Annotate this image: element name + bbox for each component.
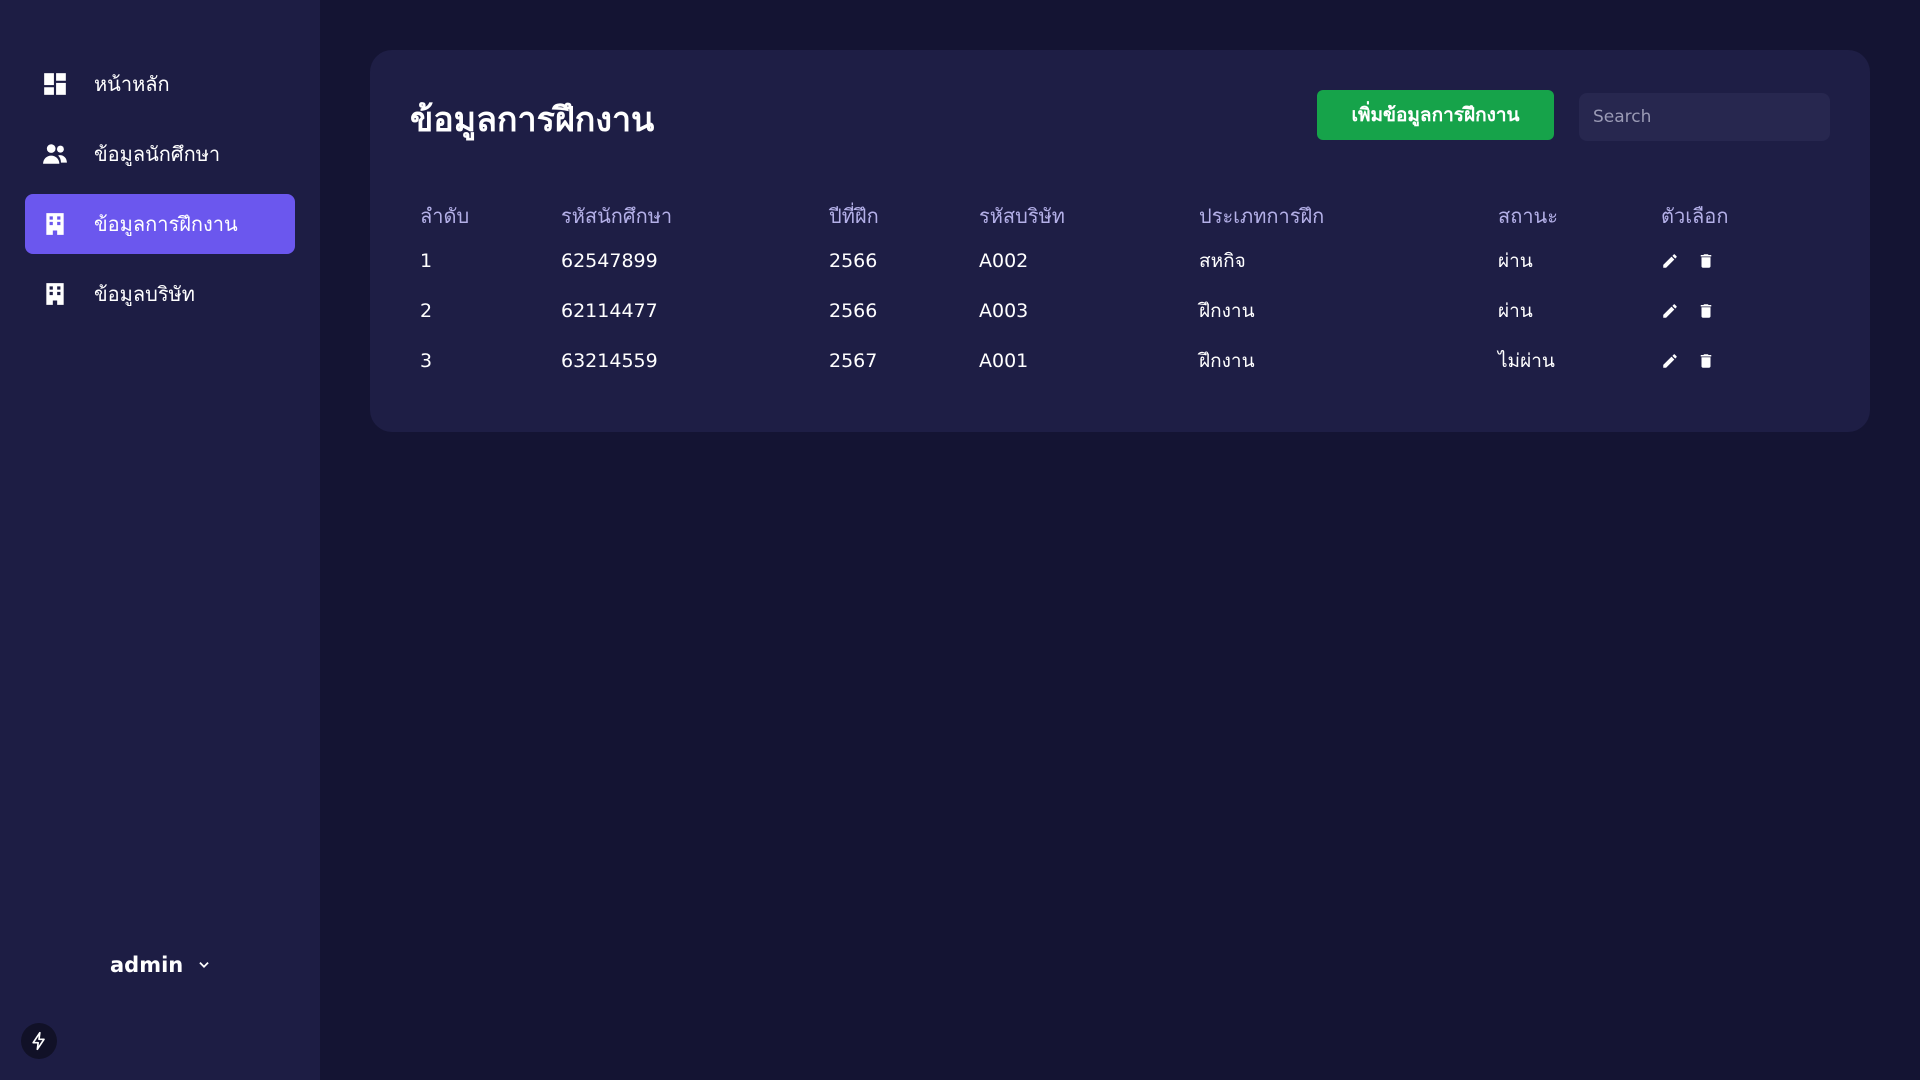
table-row: 3 63214559 2567 A001 ฝึกงาน ไม่ผ่าน [410,336,1781,386]
sidebar-nav: หน้าหลัก ข้อมูลนักศึกษา ข้อมูลการฝึกงาน … [25,54,295,334]
cell-type: สหกิจ [1199,250,1246,272]
edit-icon[interactable] [1661,252,1679,270]
building-icon [42,281,68,307]
cell-no: 2 [420,300,433,322]
sidebar-item-internships[interactable]: ข้อมูลการฝึกงาน [25,194,295,254]
bolt-icon [32,1031,45,1051]
cell-status: ผ่าน [1498,250,1533,272]
sidebar-item-label: ข้อมูลบริษัท [94,282,195,306]
sidebar-item-home[interactable]: หน้าหลัก [25,54,295,114]
bolt-button[interactable] [21,1023,57,1059]
user-menu[interactable]: admin [110,953,211,977]
table-header-row: ลำดับ รหัสนักศึกษา ปีที่ฝึก รหัสบริษัท ป… [410,196,1781,236]
cell-year: 2567 [829,350,878,372]
column-header: รหัสนักศึกษา [561,204,673,228]
cell-company-id: A002 [979,250,1029,272]
sidebar-item-label: ข้อมูลนักศึกษา [94,142,221,166]
column-header: รหัสบริษัท [979,204,1065,228]
cell-actions [1651,336,1781,386]
delete-icon[interactable] [1697,352,1715,370]
column-header: ปีที่ฝึก [829,204,879,228]
column-header: ตัวเลือก [1661,204,1729,228]
cell-student-id: 63214559 [561,350,658,372]
sidebar-item-companies[interactable]: ข้อมูลบริษัท [25,264,295,324]
edit-icon[interactable] [1661,352,1679,370]
search-box [1579,93,1830,141]
cell-student-id: 62547899 [561,250,658,272]
edit-icon[interactable] [1661,302,1679,320]
cell-year: 2566 [829,250,878,272]
building-icon [42,211,68,237]
search-input[interactable] [1579,106,1814,128]
sidebar-item-label: ข้อมูลการฝึกงาน [94,212,238,236]
cell-student-id: 62114477 [561,300,658,322]
cell-company-id: A001 [979,350,1029,372]
cell-status: ผ่าน [1498,300,1533,322]
cell-year: 2566 [829,300,878,322]
table-row: 1 62547899 2566 A002 สหกิจ ผ่าน [410,236,1781,286]
cell-no: 1 [420,250,433,272]
cell-type: ฝึกงาน [1199,350,1255,372]
delete-icon[interactable] [1697,302,1715,320]
chevron-down-icon [199,962,209,968]
users-icon [42,141,68,167]
sidebar-item-students[interactable]: ข้อมูลนักศึกษา [25,124,295,184]
column-header: ลำดับ [420,204,470,228]
delete-icon[interactable] [1697,252,1715,270]
cell-actions [1651,286,1781,336]
sidebar-item-label: หน้าหลัก [94,72,170,96]
username: admin [110,953,184,977]
dashboard-icon [42,71,68,97]
sidebar: หน้าหลัก ข้อมูลนักศึกษา ข้อมูลการฝึกงาน … [0,0,320,1080]
cell-no: 3 [420,350,433,372]
column-header: ประเภทการฝึก [1199,204,1325,228]
table-row: 2 62114477 2566 A003 ฝึกงาน ผ่าน [410,286,1781,336]
page-title: ข้อมูลการฝึกงาน [410,100,655,140]
column-header: สถานะ [1498,204,1558,228]
internship-table: ลำดับ รหัสนักศึกษา ปีที่ฝึก รหัสบริษัท ป… [410,196,1781,386]
cell-type: ฝึกงาน [1199,300,1255,322]
cell-company-id: A003 [979,300,1029,322]
internship-card: ข้อมูลการฝึกงาน เพิ่มข้อมูลการฝึกงาน ลำด… [370,50,1870,432]
add-internship-button[interactable]: เพิ่มข้อมูลการฝึกงาน [1317,90,1554,140]
cell-actions [1651,236,1781,286]
cell-status: ไม่ผ่าน [1498,350,1555,372]
